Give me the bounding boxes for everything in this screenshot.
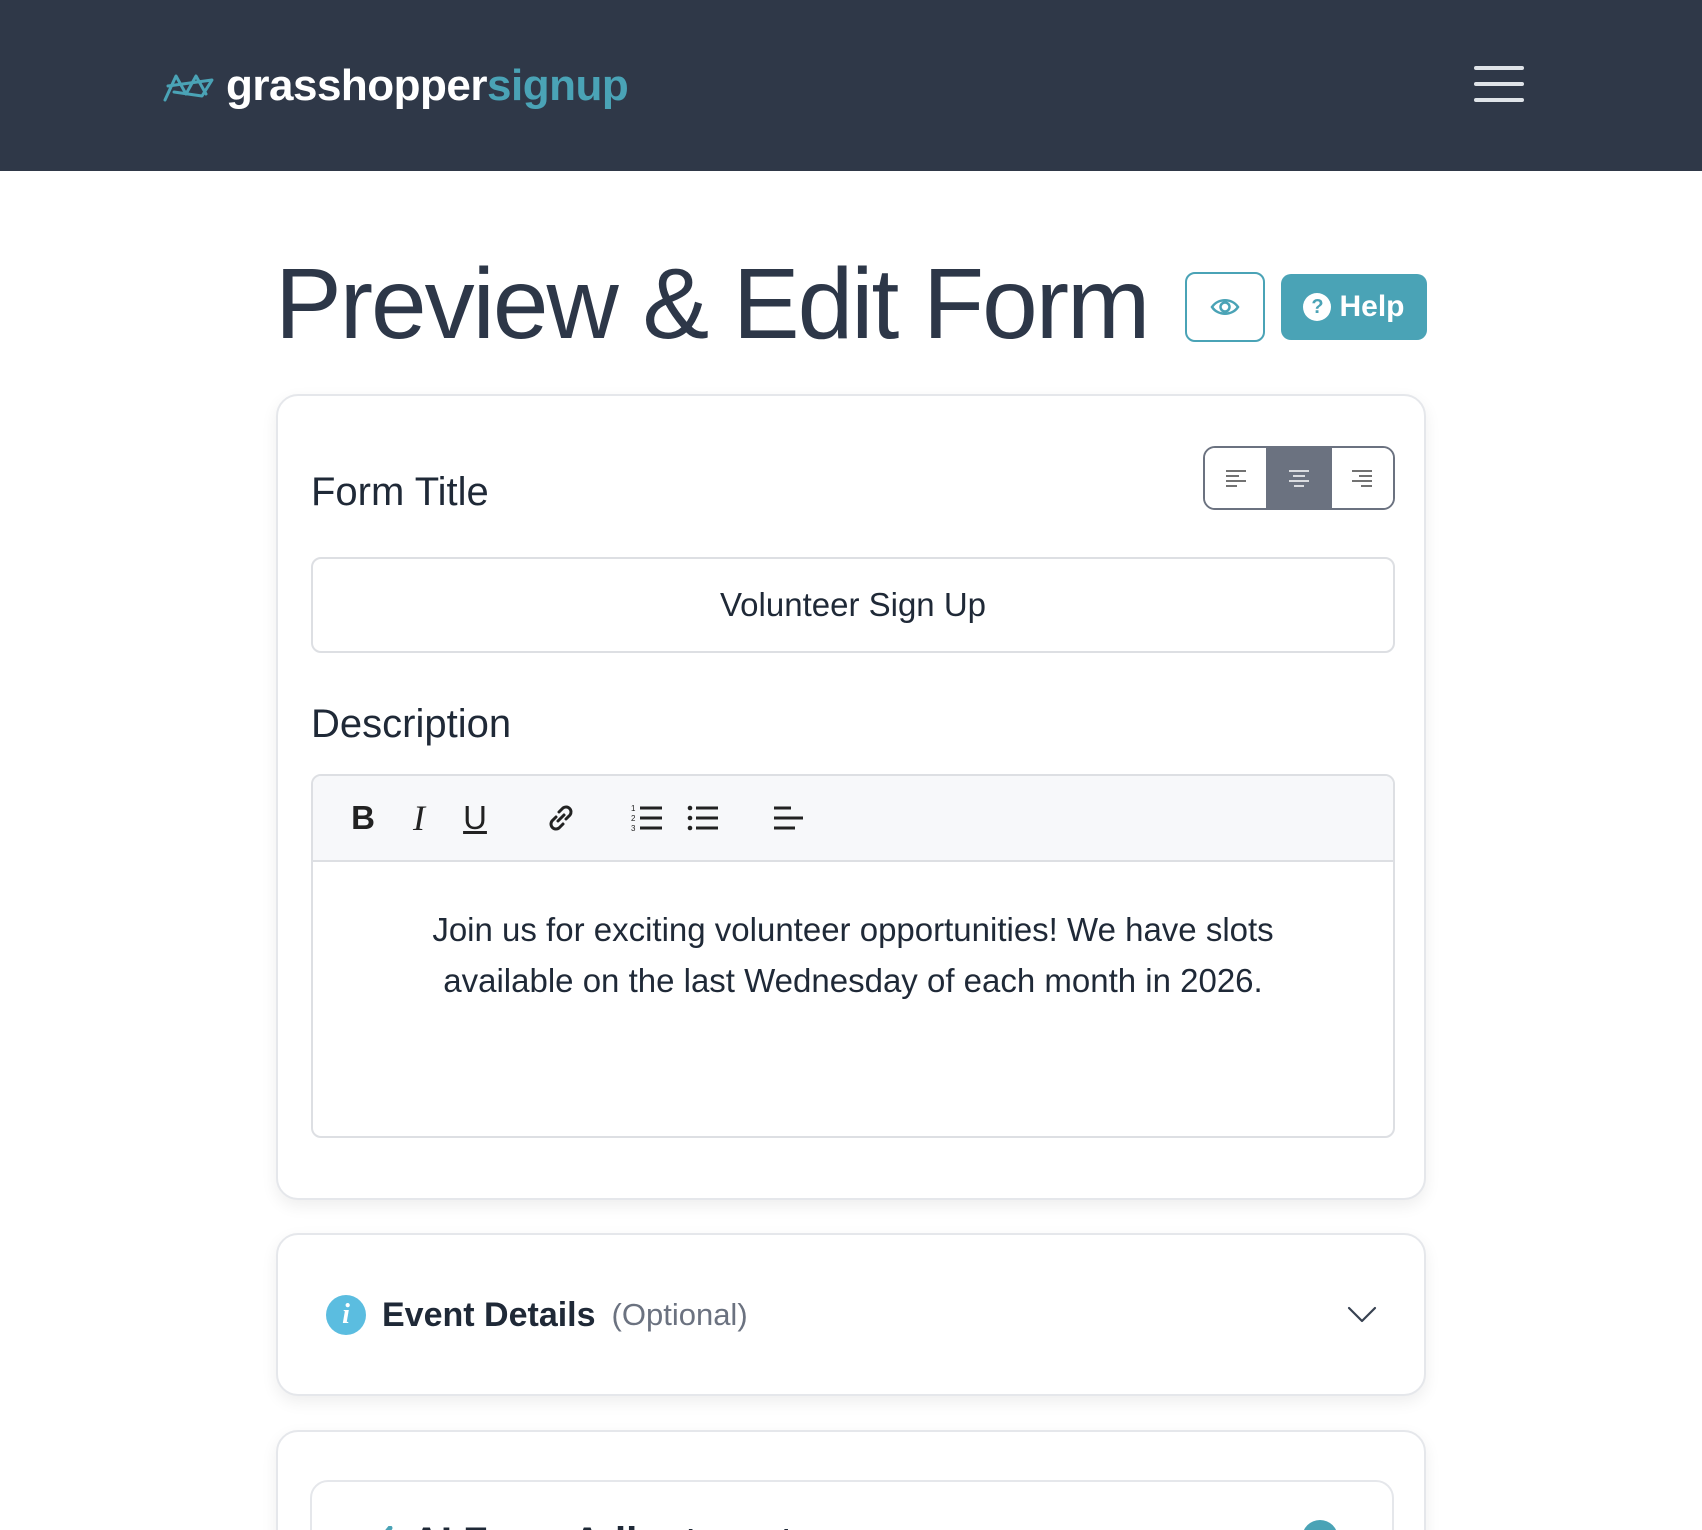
title-alignment-group (1203, 446, 1395, 510)
form-title-label: Form Title (311, 470, 489, 514)
sparkle-icon (385, 1526, 393, 1530)
page-title: Preview & Edit Form (275, 248, 1150, 360)
hamburger-icon[interactable] (1474, 62, 1524, 106)
link-icon (549, 805, 573, 831)
event-details-optional: (Optional) (611, 1297, 748, 1332)
description-label: Description (311, 702, 512, 746)
ordered-list-icon: 1 2 3 (631, 804, 662, 833)
italic-label: I (413, 798, 425, 838)
align-left-icon (1225, 470, 1246, 487)
bold-label: B (351, 799, 375, 836)
italic-button[interactable]: I (399, 798, 439, 838)
ai-adjustment-title: AI Form Adjustment (412, 1520, 793, 1530)
question-circle-icon: ? (1303, 293, 1332, 321)
brand-name-part2: signup (487, 61, 629, 110)
align-center-button[interactable] (1266, 448, 1330, 508)
form-settings-card: Form Title Volunteer Sign Up Description… (276, 394, 1426, 1200)
brand-name: grasshoppersignup (226, 61, 629, 110)
text-align-button[interactable] (769, 798, 809, 838)
ai-adjustment-card: AI Form Adjustment (276, 1430, 1426, 1530)
grasshopper-logo-icon (163, 74, 214, 102)
top-navbar: grasshoppersignup (0, 0, 1702, 171)
align-right-icon (1352, 470, 1373, 487)
align-left-button[interactable] (1205, 448, 1267, 508)
bullet-list-icon (687, 805, 718, 831)
eye-icon (1210, 299, 1240, 315)
brand-name-part1: grasshopper (226, 61, 488, 110)
preview-button[interactable] (1185, 272, 1265, 342)
brand-logo[interactable]: grasshoppersignup (162, 58, 629, 114)
help-button[interactable]: ? Help (1281, 274, 1427, 340)
event-details-title: Event Details (382, 1295, 596, 1334)
bullet-list-button[interactable] (683, 798, 723, 838)
info-icon: i (326, 1295, 366, 1335)
align-center-icon (1288, 470, 1309, 487)
underline-button[interactable]: U (455, 798, 495, 838)
ai-adjustment-panel[interactable]: AI Form Adjustment (310, 1480, 1394, 1530)
link-button[interactable] (541, 798, 581, 838)
underline-label: U (463, 799, 487, 836)
help-label: Help (1339, 290, 1405, 323)
chevron-down-icon[interactable] (1347, 1305, 1377, 1325)
align-right-button[interactable] (1329, 448, 1393, 508)
description-editor: B I U 1 2 3 Join us for exciting volunte… (311, 774, 1395, 1138)
svg-text:2: 2 (631, 814, 636, 823)
text-align-icon (774, 806, 803, 830)
editor-toolbar: B I U 1 2 3 (313, 776, 1393, 862)
svg-text:3: 3 (631, 824, 636, 833)
svg-text:1: 1 (631, 804, 636, 813)
description-text[interactable]: Join us for exciting volunteer opportuni… (313, 862, 1393, 1006)
event-details-header: i Event Details (Optional) (326, 1293, 748, 1337)
form-title-input[interactable]: Volunteer Sign Up (311, 557, 1395, 653)
bold-button[interactable]: B (343, 798, 383, 838)
ordered-list-button[interactable]: 1 2 3 (627, 798, 667, 838)
event-details-card[interactable]: i Event Details (Optional) (276, 1233, 1426, 1396)
ai-help-icon[interactable] (1302, 1520, 1338, 1530)
